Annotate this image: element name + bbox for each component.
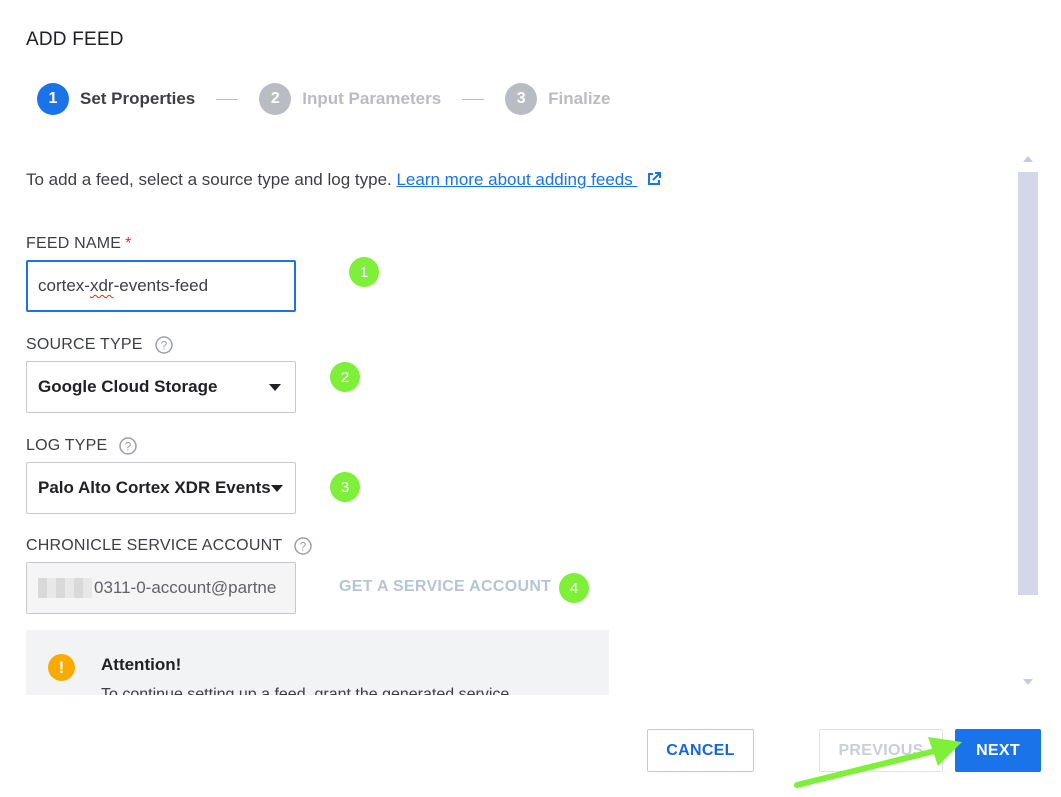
redacted-block	[38, 578, 92, 598]
warning-icon: !	[48, 654, 75, 681]
annotation-badge-3: 3	[330, 472, 360, 502]
feed-name-value-suffix: -events-feed	[113, 276, 209, 295]
dialog-title: ADD FEED	[26, 29, 124, 50]
learn-more-link[interactable]: Learn more about adding feeds	[396, 170, 637, 189]
cancel-button[interactable]: CANCEL	[647, 729, 754, 772]
attention-body: To continue setting up a feed, grant the…	[101, 686, 510, 695]
stepper: 1 Set Properties 2 Input Parameters 3 Fi…	[37, 83, 611, 115]
source-type-label-text: SOURCE TYPE	[26, 336, 143, 353]
step-finalize: 3 Finalize	[505, 83, 611, 115]
log-type-label-text: LOG TYPE	[26, 437, 108, 454]
help-icon[interactable]: ?	[118, 436, 138, 456]
attention-title: Attention!	[101, 655, 182, 674]
intro-sentence: To add a feed, select a source type and …	[26, 170, 397, 189]
step-number: 2	[259, 83, 292, 115]
log-type-value: Palo Alto Cortex XDR Events	[38, 478, 271, 497]
step-number: 3	[505, 83, 538, 115]
source-type-label: SOURCE TYPE ?	[26, 335, 174, 355]
step-connector	[462, 98, 485, 100]
step-input-parameters: 2 Input Parameters	[259, 83, 441, 115]
log-type-label: LOG TYPE ?	[26, 436, 138, 456]
svg-text:?: ?	[125, 440, 132, 454]
scroll-up-icon[interactable]	[1023, 156, 1033, 162]
source-type-select[interactable]: Google Cloud Storage	[26, 361, 296, 413]
service-account-value: 0311-0-account@partne	[94, 578, 277, 597]
learn-more-link-text: Learn more about adding feeds	[396, 170, 638, 189]
feed-name-value-misspelled: xdr	[89, 276, 114, 295]
attention-banner: ! Attention! To continue setting up a fe…	[26, 630, 609, 695]
next-button[interactable]: NEXT	[955, 729, 1041, 772]
source-type-value: Google Cloud Storage	[38, 377, 218, 396]
feed-name-label: FEED NAME *	[26, 235, 132, 253]
service-account-label: CHRONICLE SERVICE ACCOUNT ?	[26, 536, 313, 556]
step-label: Finalize	[548, 89, 611, 108]
service-account-field: 0311-0-account@partne	[26, 562, 296, 614]
feed-name-label-text: FEED NAME	[26, 235, 122, 252]
annotation-badge-4: 4	[559, 573, 589, 603]
scroll-down-icon[interactable]	[1023, 679, 1033, 685]
external-link-icon[interactable]	[645, 170, 663, 193]
content-scrollbar[interactable]	[1015, 150, 1041, 695]
annotation-badge-2: 2	[330, 362, 360, 392]
dialog-content[interactable]: To add a feed, select a source type and …	[0, 150, 1015, 695]
svg-text:?: ?	[160, 339, 167, 353]
help-icon[interactable]: ?	[154, 335, 174, 355]
step-label: Set Properties	[80, 89, 196, 108]
dropdown-caret-icon	[270, 484, 283, 492]
help-icon[interactable]: ?	[293, 536, 313, 556]
required-mark: *	[125, 235, 132, 252]
intro-text: To add a feed, select a source type and …	[26, 170, 663, 193]
step-label: Input Parameters	[302, 89, 442, 108]
step-connector	[216, 98, 239, 100]
service-account-label-text: CHRONICLE SERVICE ACCOUNT	[26, 537, 283, 554]
step-set-properties[interactable]: 1 Set Properties	[37, 83, 195, 115]
step-number: 1	[37, 83, 69, 115]
annotation-badge-1: 1	[349, 257, 379, 287]
feed-name-value-prefix: cortex-	[38, 276, 90, 295]
svg-text:?: ?	[300, 540, 307, 554]
scroll-thumb[interactable]	[1018, 172, 1038, 595]
log-type-select[interactable]: Palo Alto Cortex XDR Events	[26, 462, 296, 514]
feed-name-input[interactable]: cortex-xdr -events-feed	[26, 260, 296, 312]
dropdown-caret-icon	[269, 383, 281, 391]
previous-button: PREVIOUS	[819, 729, 943, 772]
get-service-account-button[interactable]: GET A SERVICE ACCOUNT	[339, 578, 551, 596]
